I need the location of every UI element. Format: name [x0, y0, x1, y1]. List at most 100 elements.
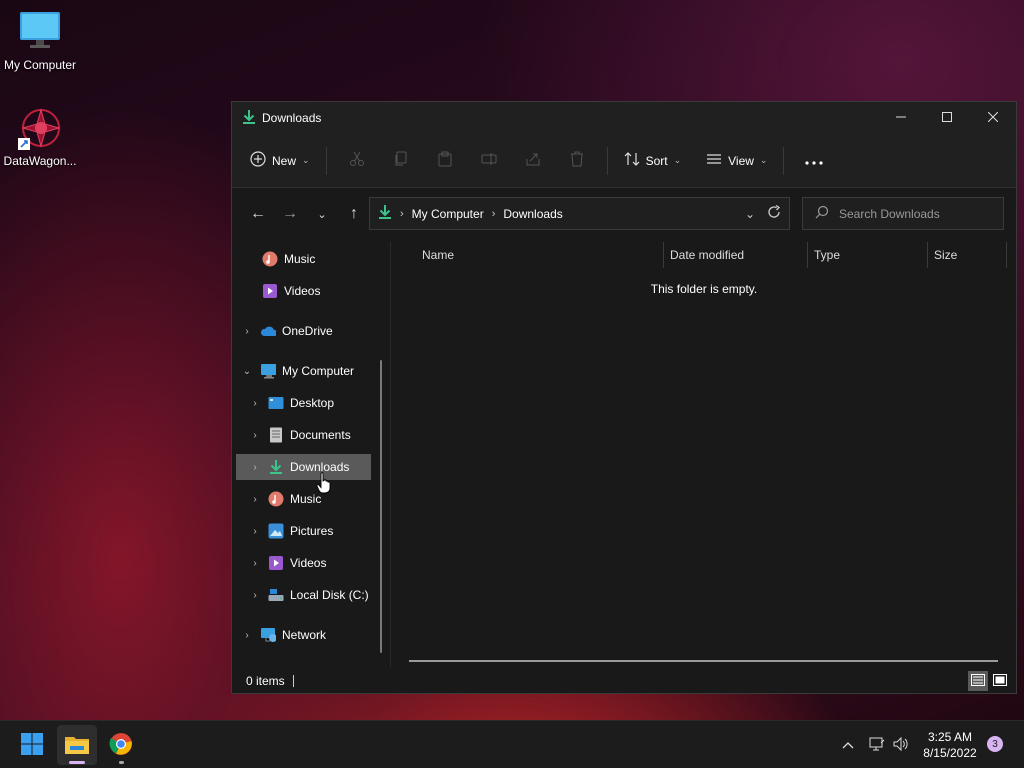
sort-label: Sort	[645, 153, 668, 168]
up-button[interactable]: ↑	[338, 198, 370, 230]
sidebar-item-network[interactable]: › Network	[240, 622, 326, 648]
breadcrumb-my-computer[interactable]: My Computer	[412, 207, 484, 221]
toolbar-divider	[606, 146, 608, 175]
search-input[interactable]: Search Downloads	[802, 197, 1004, 230]
back-button[interactable]: ←	[242, 198, 274, 230]
item-count: 0 items	[246, 674, 285, 688]
network-tray-button[interactable]	[864, 737, 890, 754]
start-button[interactable]	[12, 725, 52, 765]
chevron-right-icon[interactable]: ›	[248, 558, 262, 569]
desktop-icon-my-computer[interactable]: My Computer	[0, 10, 80, 72]
share-button[interactable]	[517, 145, 549, 177]
column-header-size[interactable]: Size	[934, 242, 1004, 268]
chevron-right-icon[interactable]: ›	[240, 630, 254, 641]
chevron-right-icon[interactable]: ›	[248, 526, 262, 537]
ellipsis-icon	[805, 154, 824, 168]
chevron-down-icon: ⌄	[302, 155, 310, 165]
chevron-right-icon[interactable]: ›	[248, 398, 262, 409]
file-explorer-taskbar-button[interactable]	[57, 725, 97, 765]
chevron-right-icon[interactable]: ›	[248, 494, 262, 505]
sidebar-item-label: Videos	[290, 556, 327, 570]
hand-cursor-icon	[316, 472, 332, 497]
title-bar[interactable]: Downloads	[232, 102, 1016, 134]
chrome-taskbar-button[interactable]	[101, 725, 141, 765]
sidebar-item-local-disk[interactable]: › Local Disk (C:)	[248, 582, 368, 608]
volume-tray-button[interactable]	[890, 736, 912, 754]
clock-button[interactable]: 3:25 AM 8/15/2022	[912, 729, 988, 761]
copy-button[interactable]	[385, 145, 417, 177]
arrow-up-icon: ↑	[350, 205, 358, 222]
maximize-button[interactable]	[924, 102, 970, 134]
window-title: Downloads	[262, 111, 322, 125]
address-bar[interactable]: › My Computer › Downloads ⌄	[369, 197, 790, 230]
navigation-pane: Music Videos › OneDrive ⌄ My Computer › …	[232, 242, 389, 667]
new-button[interactable]: New ⌄	[242, 145, 318, 177]
speaker-icon	[893, 736, 909, 754]
sidebar-item-downloads[interactable]: › Downloads	[236, 454, 371, 480]
cut-button[interactable]	[341, 145, 373, 177]
minimize-icon	[896, 111, 906, 125]
status-divider	[292, 675, 294, 687]
column-header-type[interactable]: Type	[814, 242, 924, 268]
chevron-down-icon: ⌄	[759, 155, 768, 165]
sidebar-item-music[interactable]: › Music	[248, 486, 321, 512]
chevron-right-icon[interactable]: ›	[248, 462, 262, 473]
column-header-date-modified[interactable]: Date modified	[670, 242, 800, 268]
paste-button[interactable]	[429, 145, 461, 177]
horizontal-scrollbar[interactable]	[409, 660, 998, 662]
pane-divider[interactable]	[390, 242, 391, 667]
breadcrumb-downloads[interactable]: Downloads	[503, 207, 562, 221]
column-divider[interactable]	[663, 242, 664, 268]
more-options-button[interactable]	[798, 145, 830, 177]
close-button[interactable]	[970, 102, 1016, 134]
chevron-right-icon[interactable]: ›	[248, 430, 262, 441]
documents-icon	[268, 427, 284, 443]
show-hidden-icons-button[interactable]	[836, 738, 860, 752]
sidebar-item-videos[interactable]: › Videos	[248, 550, 326, 576]
monitor-icon	[260, 363, 276, 379]
chevron-down-icon: ⌄	[317, 208, 327, 221]
music-icon	[268, 491, 284, 507]
column-header-name[interactable]: Name	[422, 242, 662, 268]
chevron-right-icon[interactable]: ›	[248, 590, 262, 601]
sidebar-item-desktop[interactable]: › Desktop	[248, 390, 334, 416]
sidebar-item-music-quick[interactable]: Music	[256, 246, 315, 272]
column-divider[interactable]	[807, 242, 808, 268]
sort-button[interactable]: Sort ⌄	[616, 145, 690, 177]
pictures-icon	[268, 523, 284, 539]
sidebar-scrollbar[interactable]	[380, 360, 382, 653]
large-icons-view-button[interactable]	[990, 671, 1010, 691]
start-icon	[20, 732, 44, 759]
sidebar-item-videos-quick[interactable]: Videos	[256, 278, 320, 304]
column-divider[interactable]	[927, 242, 928, 268]
desktop-icon-datawagon[interactable]: DataWagon...	[0, 106, 80, 168]
toolbar-divider	[693, 147, 694, 175]
file-list: Name Date modified Type Size This folder…	[392, 242, 1016, 667]
address-history-button[interactable]: ⌄	[745, 207, 755, 221]
chevron-right-icon[interactable]: ›	[240, 326, 254, 337]
rename-button[interactable]	[473, 145, 505, 177]
chevron-down-icon[interactable]: ⌄	[240, 366, 254, 377]
sort-icon	[624, 151, 640, 170]
download-icon	[268, 459, 284, 475]
rename-icon	[481, 151, 497, 170]
minimize-button[interactable]	[878, 102, 924, 134]
sidebar-item-onedrive[interactable]: › OneDrive	[240, 318, 332, 344]
refresh-button[interactable]	[767, 204, 781, 222]
chevron-down-icon: ⌄	[744, 206, 755, 221]
notification-badge[interactable]: 3	[987, 736, 1003, 752]
search-icon	[815, 205, 829, 222]
desktop-icon-label: My Computer	[3, 58, 77, 72]
view-button[interactable]: View ⌄	[698, 145, 775, 177]
chevron-up-icon	[842, 738, 854, 752]
sidebar-item-label: My Computer	[282, 364, 355, 378]
column-divider[interactable]	[1006, 242, 1007, 268]
delete-button[interactable]	[561, 145, 593, 177]
recent-locations-button[interactable]: ⌄	[306, 198, 338, 230]
sidebar-item-pictures[interactable]: › Pictures	[248, 518, 333, 544]
forward-button[interactable]: →	[274, 198, 306, 230]
sidebar-item-my-computer[interactable]: ⌄ My Computer	[240, 358, 354, 384]
details-view-button[interactable]	[968, 671, 988, 691]
refresh-icon	[767, 204, 781, 222]
sidebar-item-documents[interactable]: › Documents	[248, 422, 351, 448]
